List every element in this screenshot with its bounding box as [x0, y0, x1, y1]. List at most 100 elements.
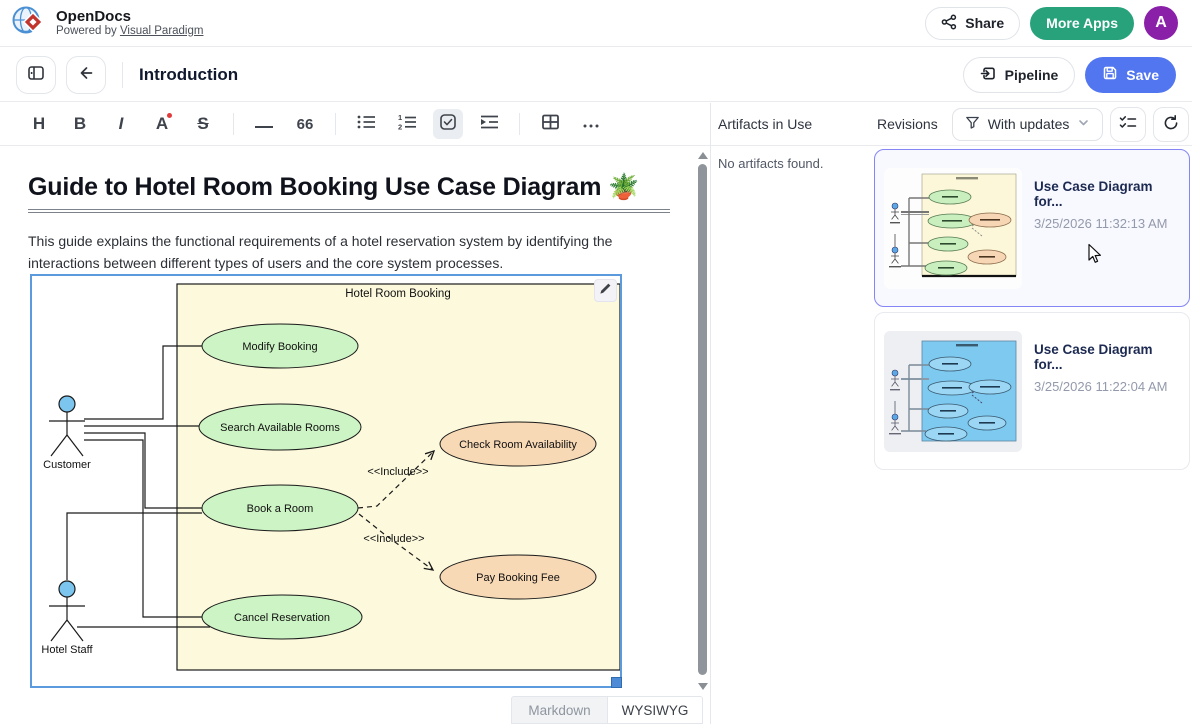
- back-button[interactable]: [66, 56, 106, 94]
- save-icon: [1102, 65, 1118, 84]
- revision-title: Use Case Diagram for...: [1034, 179, 1180, 209]
- top-header: OpenDocs Powered by Visual Paradigm Shar…: [0, 0, 1192, 47]
- revision-thumbnail-diagram-blue: [884, 331, 1022, 452]
- svg-text:Search Available Rooms: Search Available Rooms: [220, 422, 340, 434]
- filter-funnel-icon: [965, 115, 980, 133]
- share-button[interactable]: Share: [925, 7, 1020, 40]
- svg-text:Pay Booking Fee: Pay Booking Fee: [476, 572, 560, 584]
- revision-thumbnail-diagram-yellow: [884, 168, 1022, 289]
- app-title-block: OpenDocs Powered by Visual Paradigm: [56, 8, 203, 38]
- tab-markdown[interactable]: Markdown: [511, 696, 607, 724]
- numbered-list-icon: 1 2: [397, 113, 417, 136]
- bullet-list-button[interactable]: [351, 109, 381, 139]
- save-button[interactable]: Save: [1085, 57, 1176, 93]
- toggle-list-button[interactable]: [474, 109, 504, 139]
- strikethrough-button[interactable]: S: [188, 109, 218, 139]
- use-case-diagram-block[interactable]: Hotel Room Booking <<Include>> <<Include…: [30, 274, 622, 688]
- opendocs-app: OpenDocs Powered by Visual Paradigm Shar…: [0, 0, 1192, 724]
- table-button[interactable]: [535, 109, 565, 139]
- svg-text:Modify Booking: Modify Booking: [242, 341, 317, 353]
- right-panel: Artifacts in Use Revisions With updates: [711, 103, 1192, 724]
- blockquote-button[interactable]: 66: [290, 109, 320, 139]
- revisions-filter-dropdown[interactable]: With updates: [952, 108, 1104, 141]
- opendocs-logo-icon: [10, 2, 46, 45]
- svg-text:Hotel Staff: Hotel Staff: [41, 644, 93, 656]
- revision-thumbnail-2: [884, 331, 1022, 452]
- share-label: Share: [965, 15, 1004, 31]
- checklist-icon: [1118, 113, 1138, 136]
- edit-diagram-button[interactable]: [594, 279, 617, 302]
- bullet-list-icon: [356, 113, 376, 136]
- revisions-list: Use Case Diagram for... 3/25/2026 11:32:…: [874, 149, 1190, 470]
- svg-text:Customer: Customer: [43, 459, 91, 471]
- use-case-modify-booking[interactable]: Modify Booking: [202, 324, 358, 368]
- chevron-down-icon: [1077, 116, 1090, 132]
- include-label-1: <<Include>>: [367, 466, 428, 478]
- editor-column: H B I A S 66 1: [0, 103, 710, 724]
- svg-text:1: 1: [398, 113, 402, 122]
- use-case-book-a-room[interactable]: Book a Room: [202, 485, 358, 531]
- panel-left-icon: [27, 64, 45, 85]
- revision-card-2[interactable]: Use Case Diagram for... 3/25/2026 11:22:…: [874, 312, 1190, 470]
- document-paragraph: This guide explains the functional requi…: [28, 231, 634, 274]
- avatar[interactable]: A: [1144, 6, 1178, 40]
- toolbar-divider: [519, 113, 520, 135]
- svg-text:Check Room Availability: Check Room Availability: [459, 439, 577, 451]
- app-name: OpenDocs: [56, 8, 203, 25]
- toolbar-divider: [335, 113, 336, 135]
- tab-wysiwyg[interactable]: WYSIWYG: [607, 696, 703, 724]
- heading-emoji: 🪴: [608, 173, 639, 201]
- use-case-search-available-rooms[interactable]: Search Available Rooms: [199, 404, 361, 450]
- task-list-button[interactable]: [433, 109, 463, 139]
- revision-info-2: Use Case Diagram for... 3/25/2026 11:22:…: [1034, 322, 1180, 460]
- revision-timestamp: 3/25/2026 11:32:13 AM: [1034, 216, 1180, 231]
- font-color-dot: [167, 113, 172, 118]
- scrollbar-down-arrow[interactable]: [698, 683, 708, 690]
- table-icon: [541, 113, 560, 136]
- italic-button[interactable]: I: [106, 109, 136, 139]
- select-revisions-button[interactable]: [1110, 107, 1146, 142]
- numbered-list-button[interactable]: 1 2: [392, 109, 422, 139]
- toolbar-divider: [233, 113, 234, 135]
- use-case-cancel-reservation[interactable]: Cancel Reservation: [202, 595, 362, 639]
- horizontal-rule-button[interactable]: [249, 109, 279, 139]
- editor-mode-tabs: Markdown WYSIWYG: [511, 696, 703, 724]
- sidebar-toggle-button[interactable]: [16, 56, 56, 94]
- right-panel-header: Artifacts in Use Revisions With updates: [711, 103, 1192, 146]
- revision-card-1[interactable]: Use Case Diagram for... 3/25/2026 11:32:…: [874, 149, 1190, 307]
- page-title: Introduction: [139, 65, 238, 85]
- scrollbar-thumb[interactable]: [698, 164, 707, 675]
- use-case-pay-booking-fee[interactable]: Pay Booking Fee: [440, 555, 596, 599]
- use-case-diagram: Hotel Room Booking <<Include>> <<Include…: [32, 276, 620, 686]
- more-apps-button[interactable]: More Apps: [1030, 7, 1134, 40]
- system-boundary-title: Hotel Room Booking: [345, 288, 450, 300]
- document-canvas[interactable]: Guide to Hotel Room Booking Use Case Dia…: [0, 147, 710, 695]
- document-heading: Guide to Hotel Room Booking Use Case Dia…: [28, 173, 639, 202]
- use-case-check-room-availability[interactable]: Check Room Availability: [440, 422, 596, 466]
- heading-button[interactable]: H: [24, 109, 54, 139]
- pipeline-label: Pipeline: [1005, 67, 1059, 83]
- actor-customer[interactable]: Customer: [43, 396, 91, 471]
- editor-scrollbar[interactable]: [697, 149, 709, 693]
- pipeline-button[interactable]: Pipeline: [963, 57, 1076, 93]
- scrollbar-up-arrow[interactable]: [698, 152, 708, 159]
- refresh-icon: [1162, 114, 1180, 135]
- powered-by-prefix: Powered by: [56, 25, 120, 37]
- doc-bar-divider: [122, 62, 123, 88]
- document-heading-text: Guide to Hotel Room Booking Use Case Dia…: [28, 173, 601, 201]
- share-icon: [941, 14, 957, 33]
- visual-paradigm-link[interactable]: Visual Paradigm: [120, 25, 204, 37]
- revision-thumbnail-1: [884, 168, 1022, 289]
- include-label-2: <<Include>>: [363, 533, 424, 545]
- diagram-resize-handle[interactable]: [611, 677, 622, 688]
- powered-by: Powered by Visual Paradigm: [56, 25, 203, 38]
- doc-bar: Introduction Pipeline Save: [0, 48, 1192, 102]
- more-options-button[interactable]: [576, 109, 606, 139]
- save-label: Save: [1126, 67, 1159, 83]
- bold-button[interactable]: B: [65, 109, 95, 139]
- refresh-revisions-button[interactable]: [1153, 107, 1189, 142]
- font-color-button[interactable]: A: [147, 109, 177, 139]
- actor-hotel-staff[interactable]: Hotel Staff: [41, 581, 93, 656]
- ellipsis-icon: [582, 114, 600, 134]
- checkbox-icon: [439, 113, 457, 136]
